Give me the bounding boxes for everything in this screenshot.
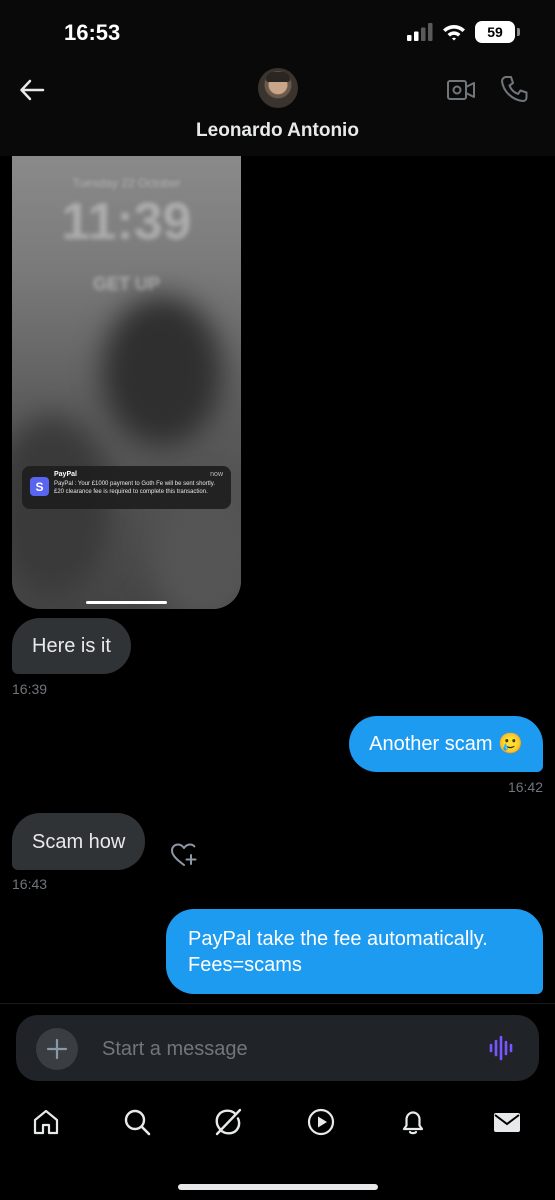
status-bar: 16:53 59 xyxy=(0,0,555,64)
add-attachment-button[interactable] xyxy=(36,1028,78,1070)
home-indicator-bar xyxy=(178,1184,378,1190)
heart-add-icon[interactable] xyxy=(170,842,198,868)
notification-time: now xyxy=(210,471,223,478)
plus-icon xyxy=(46,1038,68,1060)
status-icons: 59 xyxy=(407,21,520,43)
notification-body: PayPal : Your £1000 payment to Goth Fe w… xyxy=(54,481,215,495)
video-play-icon[interactable] xyxy=(306,1107,336,1137)
message-bubble-outgoing[interactable]: PayPal take the fee automatically. Fees=… xyxy=(166,909,543,994)
wifi-icon xyxy=(443,25,465,41)
home-icon[interactable] xyxy=(31,1107,61,1137)
grok-icon[interactable] xyxy=(213,1107,243,1137)
message-bubble-outgoing[interactable]: Another scam 🥲 xyxy=(349,716,543,772)
message-timestamp: 16:43 xyxy=(12,876,48,892)
bell-icon[interactable] xyxy=(398,1107,428,1137)
notification-app-icon: S xyxy=(30,477,49,496)
lockscreen-time: 11:39 xyxy=(61,193,192,251)
voice-waveform-icon[interactable] xyxy=(488,1034,516,1062)
media-attachment[interactable]: Tuesday 22 October 11:39 GET UP S PayPal… xyxy=(12,156,241,609)
message-bubble-incoming[interactable]: Scam how xyxy=(12,813,146,870)
home-indicator xyxy=(86,601,167,604)
mail-icon[interactable] xyxy=(492,1107,522,1137)
search-icon[interactable] xyxy=(122,1107,152,1137)
paypal-notification: S PayPal now PayPal : Your £1000 payment… xyxy=(22,466,231,509)
signal-icon xyxy=(407,23,433,41)
arrow-left-icon[interactable] xyxy=(18,76,46,104)
message-bubble-incoming[interactable]: Here is it xyxy=(12,618,131,674)
message-timestamp: 16:39 xyxy=(12,681,48,697)
message-timestamp: 16:42 xyxy=(507,779,543,795)
status-time: 16:53 xyxy=(64,20,121,45)
lockscreen-caption: GET UP xyxy=(92,274,160,294)
video-call-icon[interactable] xyxy=(446,76,476,104)
avatar[interactable] xyxy=(258,68,298,108)
battery-icon: 59 xyxy=(475,21,520,43)
message-text: Another scam 🥲 xyxy=(369,733,523,755)
message-text: Scam how xyxy=(32,830,126,853)
notification-app-name: PayPal xyxy=(54,471,77,478)
contact-name[interactable]: Leonardo Antonio xyxy=(0,120,555,142)
message-text: PayPal take the fee automatically. Fees=… xyxy=(188,927,488,976)
phone-icon[interactable] xyxy=(500,74,528,104)
message-text: Here is it xyxy=(32,635,111,657)
message-input[interactable] xyxy=(102,1034,462,1064)
lockscreen-date: Tuesday 22 October xyxy=(72,176,181,190)
